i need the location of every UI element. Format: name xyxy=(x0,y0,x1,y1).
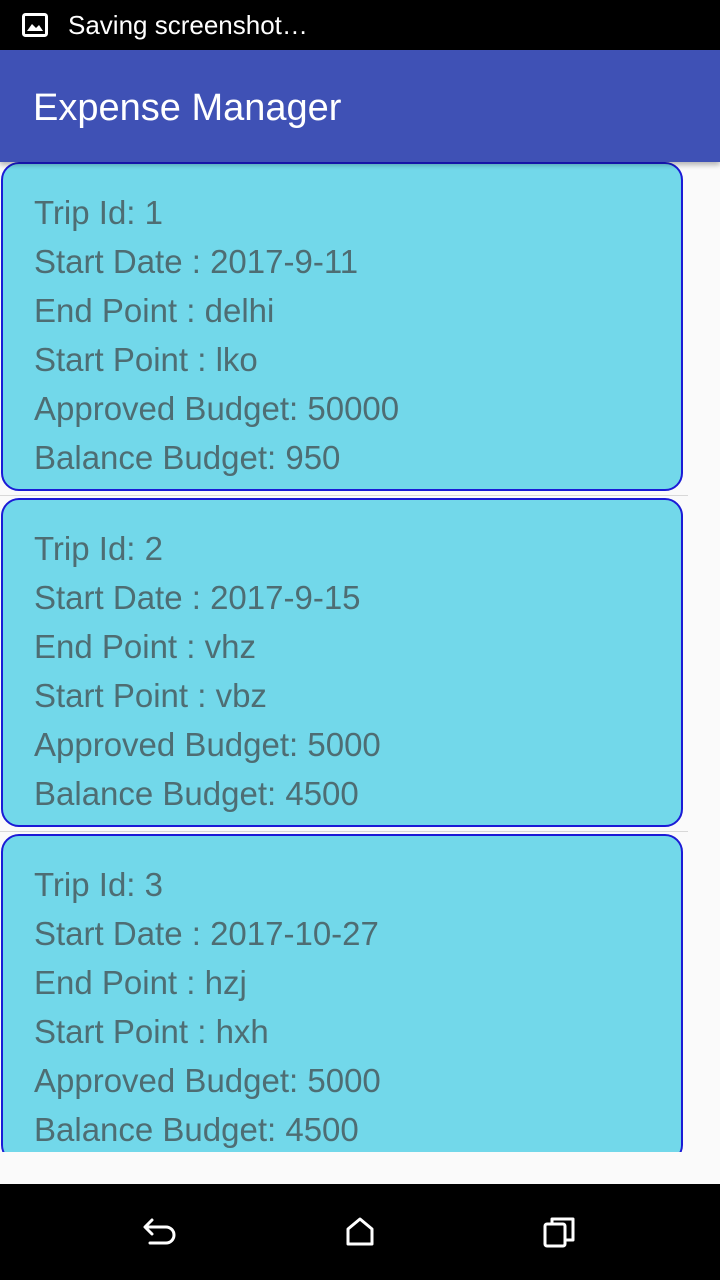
trip-list[interactable]: Trip Id: 1 Start Date : 2017-9-11 End Po… xyxy=(0,162,720,1152)
trip-end-point: End Point : delhi xyxy=(34,292,275,329)
trip-id: Trip Id: 3 xyxy=(34,866,163,903)
navigation-bar xyxy=(0,1184,720,1280)
trip-card[interactable]: Trip Id: 3 Start Date : 2017-10-27 End P… xyxy=(1,834,683,1152)
trip-balance-budget: Balance Budget: 950 xyxy=(34,439,341,476)
trip-start-point: Start Point : lko xyxy=(34,341,258,378)
status-notification-text: Saving screenshot… xyxy=(68,10,308,40)
trip-id: Trip Id: 2 xyxy=(34,530,163,567)
list-bottom-area xyxy=(0,1152,720,1184)
home-icon xyxy=(346,1217,374,1246)
trip-balance-budget: Balance Budget: 4500 xyxy=(34,775,359,812)
status-bar: Saving screenshot… xyxy=(0,0,720,50)
list-divider xyxy=(0,831,688,832)
trip-balance-budget: Balance Budget: 4500 xyxy=(34,1111,359,1148)
trip-approved-budget: Approved Budget: 50000 xyxy=(34,390,400,427)
home-button[interactable] xyxy=(335,1207,385,1257)
trip-id: Trip Id: 1 xyxy=(34,194,163,231)
trip-end-point: End Point : hzj xyxy=(34,964,247,1001)
trip-start-date: Start Date : 2017-10-27 xyxy=(34,915,379,952)
recent-apps-button[interactable] xyxy=(535,1207,585,1257)
trip-start-point: Start Point : hxh xyxy=(34,1013,269,1050)
app-bar: Expense Manager xyxy=(0,50,720,162)
list-divider xyxy=(0,495,688,496)
trip-card[interactable]: Trip Id: 2 Start Date : 2017-9-15 End Po… xyxy=(1,498,683,827)
app-title: Expense Manager xyxy=(33,87,342,129)
trip-approved-budget: Approved Budget: 5000 xyxy=(34,726,381,763)
trip-start-date: Start Date : 2017-9-15 xyxy=(34,579,361,616)
back-button[interactable] xyxy=(135,1207,185,1257)
trip-start-point: Start Point : vbz xyxy=(34,677,267,714)
trip-end-point: End Point : vhz xyxy=(34,628,256,665)
trip-card[interactable]: Trip Id: 1 Start Date : 2017-9-11 End Po… xyxy=(1,162,683,491)
trip-start-date: Start Date : 2017-9-11 xyxy=(34,243,359,280)
recent-apps-icon xyxy=(543,1217,575,1248)
back-icon xyxy=(143,1218,176,1245)
image-icon xyxy=(22,13,48,37)
trip-approved-budget: Approved Budget: 5000 xyxy=(34,1062,381,1099)
